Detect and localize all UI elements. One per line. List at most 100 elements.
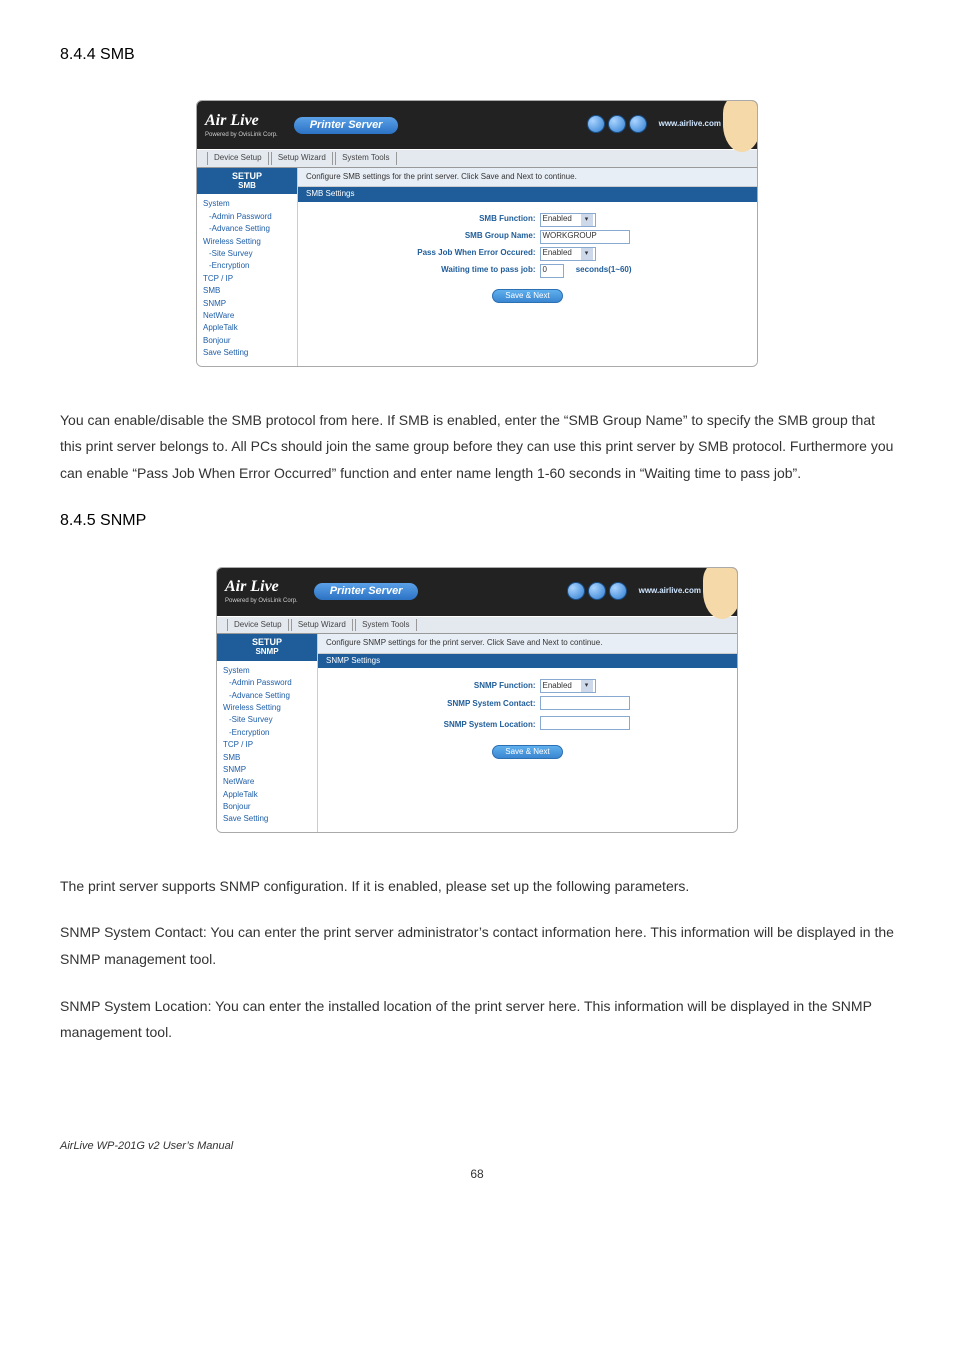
menu-bonjour[interactable]: Bonjour	[223, 801, 313, 813]
section-heading-snmp: 8.4.5 SNMP	[60, 506, 894, 536]
snmp-contact-input[interactable]	[540, 696, 630, 710]
content-area: Configure SMB settings for the print ser…	[298, 168, 757, 366]
menu-smb[interactable]: SMB	[223, 752, 313, 764]
snmp-paragraph-1: The print server supports SNMP configura…	[60, 873, 894, 900]
side-menu: System -Admin Password -Advance Setting …	[197, 194, 297, 365]
smb-paragraph: You can enable/disable the SMB protocol …	[60, 407, 894, 487]
smb-function-select[interactable]: Enabled ▾	[540, 213, 596, 227]
snmp-paragraph-3: SNMP System Location: You can enter the …	[60, 993, 894, 1046]
menu-system[interactable]: System	[223, 665, 313, 677]
logo-subtext: Powered by OvisLink Corp.	[225, 598, 298, 606]
snmp-location-label: SNMP System Location:	[376, 720, 536, 730]
globe-icon[interactable]	[609, 582, 627, 600]
home-icon[interactable]	[567, 582, 585, 600]
content-area: Configure SNMP settings for the print se…	[318, 634, 737, 832]
current-section: SETUP SNMP	[217, 634, 317, 661]
logo: Air Live Powered by OvisLink Corp.	[205, 111, 278, 140]
smb-function-label: SMB Function:	[376, 214, 536, 224]
menu-tcpip[interactable]: TCP / IP	[203, 273, 293, 285]
current-section-sub: SNMP	[217, 648, 317, 657]
save-next-button[interactable]: Save & Next	[492, 745, 562, 759]
chevron-down-icon: ▾	[581, 214, 593, 226]
globe-icon[interactable]	[629, 115, 647, 133]
settings-title-bar: SMB Settings	[298, 187, 757, 201]
menu-save-setting[interactable]: Save Setting	[203, 347, 293, 359]
menu-encryption[interactable]: -Encryption	[203, 260, 293, 272]
tab-bar: Device Setup Setup Wizard System Tools	[197, 149, 757, 167]
header-bar: Air Live Powered by OvisLink Corp. Print…	[197, 101, 757, 149]
menu-system[interactable]: System	[203, 198, 293, 210]
current-section: SETUP SMB	[197, 168, 297, 195]
menu-snmp[interactable]: SNMP	[203, 298, 293, 310]
menu-save-setting[interactable]: Save Setting	[223, 813, 313, 825]
pass-job-label: Pass Job When Error Occured:	[376, 248, 536, 258]
menu-netware[interactable]: NetWare	[203, 310, 293, 322]
menu-advance-setting[interactable]: -Advance Setting	[223, 690, 313, 702]
snmp-function-value: Enabled	[543, 681, 572, 691]
wait-time-suffix: seconds(1~60)	[576, 265, 632, 274]
menu-snmp[interactable]: SNMP	[223, 764, 313, 776]
tab-device-setup[interactable]: Device Setup	[207, 152, 269, 164]
menu-wireless-setting[interactable]: Wireless Setting	[223, 702, 313, 714]
tab-system-tools[interactable]: System Tools	[355, 619, 416, 631]
smb-group-input[interactable]: WORKGROUP	[540, 230, 630, 244]
logo: Air Live Powered by OvisLink Corp.	[225, 577, 298, 606]
pass-job-value: Enabled	[543, 248, 572, 258]
snmp-location-input[interactable]	[540, 716, 630, 730]
menu-advance-setting[interactable]: -Advance Setting	[203, 223, 293, 235]
smb-group-label: SMB Group Name:	[376, 231, 536, 241]
menu-encryption[interactable]: -Encryption	[223, 727, 313, 739]
mascot-image	[703, 567, 738, 619]
menu-smb[interactable]: SMB	[203, 285, 293, 297]
menu-admin-password[interactable]: -Admin Password	[203, 211, 293, 223]
menu-site-survey[interactable]: -Site Survey	[223, 714, 313, 726]
current-section-title: SETUP	[232, 171, 262, 181]
snmp-function-select[interactable]: Enabled ▾	[540, 679, 596, 693]
save-next-button[interactable]: Save & Next	[492, 289, 562, 303]
tab-bar: Device Setup Setup Wizard System Tools	[217, 616, 737, 634]
footer-doc-title: AirLive WP-201G v2 User’s Manual	[60, 1136, 894, 1157]
refresh-icon[interactable]	[608, 115, 626, 133]
menu-admin-password[interactable]: -Admin Password	[223, 677, 313, 689]
menu-wireless-setting[interactable]: Wireless Setting	[203, 236, 293, 248]
menu-appletalk[interactable]: AppleTalk	[203, 322, 293, 334]
chevron-down-icon: ▾	[581, 680, 593, 692]
tab-setup-wizard[interactable]: Setup Wizard	[291, 619, 353, 631]
logo-text: Air Live	[225, 578, 279, 595]
side-menu: System -Admin Password -Advance Setting …	[217, 661, 317, 832]
menu-appletalk[interactable]: AppleTalk	[223, 789, 313, 801]
sidebar: SETUP SNMP System -Admin Password -Advan…	[217, 634, 318, 832]
header-icons	[567, 582, 627, 600]
wait-time-input[interactable]: 0	[540, 264, 564, 278]
logo-text: Air Live	[205, 112, 259, 129]
pass-job-select[interactable]: Enabled ▾	[540, 247, 596, 261]
settings-title-bar: SNMP Settings	[318, 654, 737, 668]
current-section-sub: SMB	[197, 182, 297, 191]
smb-function-value: Enabled	[543, 214, 572, 224]
section-heading-smb: 8.4.4 SMB	[60, 40, 894, 70]
tab-system-tools[interactable]: System Tools	[335, 152, 396, 164]
snmp-function-label: SNMP Function:	[376, 681, 536, 691]
snmp-paragraph-2: SNMP System Contact: You can enter the p…	[60, 919, 894, 972]
tab-setup-wizard[interactable]: Setup Wizard	[271, 152, 333, 164]
menu-site-survey[interactable]: -Site Survey	[203, 248, 293, 260]
menu-netware[interactable]: NetWare	[223, 776, 313, 788]
menu-tcpip[interactable]: TCP / IP	[223, 739, 313, 751]
site-url: www.airlive.com	[639, 586, 701, 596]
logo-subtext: Powered by OvisLink Corp.	[205, 132, 278, 140]
smb-screenshot: Air Live Powered by OvisLink Corp. Print…	[196, 100, 758, 366]
page-title-pill: Printer Server	[294, 117, 399, 134]
chevron-down-icon: ▾	[581, 248, 593, 260]
home-icon[interactable]	[587, 115, 605, 133]
page-number: 68	[60, 1163, 894, 1186]
site-url: www.airlive.com	[659, 119, 721, 129]
sidebar: SETUP SMB System -Admin Password -Advanc…	[197, 168, 298, 366]
wait-time-label: Waiting time to pass job:	[376, 265, 536, 275]
snmp-screenshot: Air Live Powered by OvisLink Corp. Print…	[216, 567, 738, 833]
mascot-image	[723, 100, 758, 152]
tab-device-setup[interactable]: Device Setup	[227, 619, 289, 631]
refresh-icon[interactable]	[588, 582, 606, 600]
description-row: Configure SMB settings for the print ser…	[298, 168, 757, 187]
header-bar: Air Live Powered by OvisLink Corp. Print…	[217, 568, 737, 616]
menu-bonjour[interactable]: Bonjour	[203, 335, 293, 347]
